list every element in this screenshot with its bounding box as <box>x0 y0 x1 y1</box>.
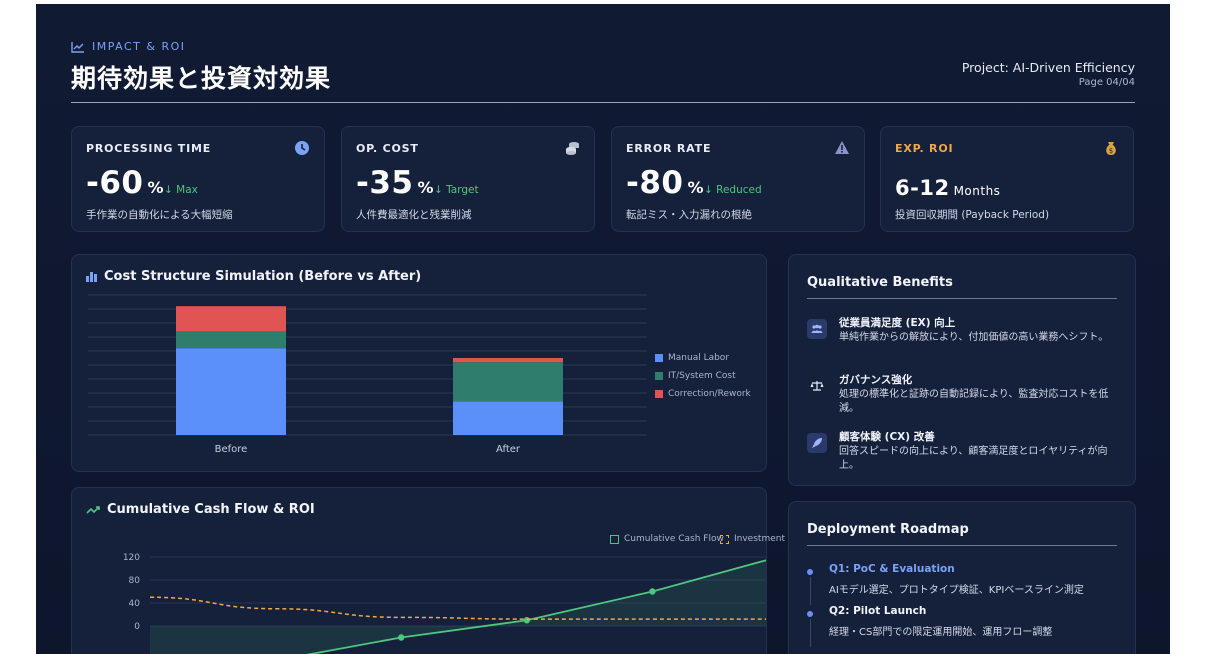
section-tag-label: IMPACT & ROI <box>92 40 186 53</box>
y-tick-label: 120 <box>123 553 140 563</box>
project-name: Project: AI-Driven Efficiency <box>961 60 1135 75</box>
legend-manual-labor: Manual Labor <box>655 353 729 363</box>
timeline-dot <box>807 569 813 575</box>
x-tick-label: Before <box>215 444 248 455</box>
kpi-label: OP. COST <box>356 142 419 155</box>
kpi-value: -60% <box>86 165 165 201</box>
timeline-line <box>810 619 811 647</box>
cashflow-point <box>649 588 656 595</box>
roadmap-item-q1: Q1: PoC & Evaluation AIモデル選定、プロトタイプ検証、KP… <box>807 563 1127 605</box>
kpi-label: ERROR RATE <box>626 142 712 155</box>
kpi-label: EXP. ROI <box>895 142 954 155</box>
section-tag: IMPACT & ROI <box>71 40 186 53</box>
slide: IMPACT & ROI 期待効果と投資対効果 Project: AI-Driv… <box>36 4 1170 654</box>
coins-icon <box>566 142 579 155</box>
benefit-item-cx: 顧客体験 (CX) 改善 回答スピードの向上により、顧客満足度とロイヤリティが向… <box>807 429 1119 473</box>
benefit-body: 単純作業からの解放により、付加価値の高い業務へシフト。 <box>839 332 1109 343</box>
benefit-head: ガバナンス強化 <box>839 374 913 386</box>
kpi-value: 6-12 Months <box>895 176 1001 200</box>
warning-icon <box>835 141 849 154</box>
kpi-value: -80% <box>626 165 705 201</box>
benefit-body: 回答スピードの向上により、顧客満足度とロイヤリティが向上。 <box>839 446 1108 471</box>
kpi-desc: 投資回収期間 (Payback Period) <box>895 209 1050 221</box>
users-icon <box>807 319 827 339</box>
kpi-desc: 人件費最適化と残業削減 <box>356 209 472 221</box>
bar-manual-labor-before <box>176 348 286 435</box>
timeline-line <box>810 577 811 605</box>
money-bag-icon: $ <box>1106 142 1116 155</box>
page-title: 期待効果と投資対効果 <box>71 64 332 93</box>
kpi-card-processing-time: PROCESSING TIME -60% ↓ Max 手作業の自動化による大幅短… <box>71 126 325 232</box>
cashflow-panel: Cumulative Cash Flow & ROI Cumulative Ca… <box>71 487 785 654</box>
bar-it-system-cost-after <box>453 362 563 402</box>
benefit-item-ex: 従業員満足度 (EX) 向上 単純作業からの解放により、付加価値の高い業務へシフ… <box>807 315 1119 359</box>
roadmap-title: Deployment Roadmap <box>807 522 969 537</box>
benefit-body: 処理の標準化と証跡の自動記録により、監査対応コストを低減。 <box>839 389 1109 414</box>
cashflow-area <box>150 560 766 654</box>
qualitative-divider <box>807 298 1117 299</box>
kpi-desc: 転記ミス・入力漏れの根絶 <box>626 209 752 221</box>
kpi-card-error-rate: ERROR RATE -80% ↓ Reduced 転記ミス・入力漏れの根絶 <box>611 126 865 232</box>
roadmap-body: AIモデル選定、プロトタイプ検証、KPIベースライン測定 <box>829 585 1084 596</box>
header-divider <box>71 102 1135 103</box>
roadmap-head: Q2: Pilot Launch <box>829 605 927 617</box>
kpi-trend: ↓ Target <box>434 184 479 196</box>
cost-structure-chart: Before After <box>88 294 647 455</box>
timeline-dot <box>807 611 813 617</box>
roadmap-item-q2: Q2: Pilot Launch 経理・CS部門での限定運用開始、運用フロー調整 <box>807 605 1127 647</box>
legend-it-system-cost: IT/System Cost <box>655 371 736 381</box>
cashflow-point <box>398 634 405 641</box>
kpi-trend: ↓ Max <box>164 184 198 196</box>
roadmap-head: Q1: PoC & Evaluation <box>829 563 955 575</box>
qualitative-benefits-panel: Qualitative Benefits 従業員満足度 (EX) 向上 単純作業… <box>788 254 1136 486</box>
x-tick-label: After <box>496 444 521 455</box>
bar-it-system-cost-before <box>176 331 286 349</box>
legend-correction-rework: Correction/Rework <box>655 389 751 399</box>
kpi-desc: 手作業の自動化による大幅短縮 <box>86 209 233 221</box>
cashflow-point <box>523 617 530 624</box>
benefit-item-governance: ガバナンス強化 処理の標準化と証跡の自動記録により、監査対応コストを低減。 <box>807 372 1119 416</box>
roadmap-body: 経理・CS部門での限定運用開始、運用フロー調整 <box>829 627 1053 638</box>
benefit-head: 顧客体験 (CX) 改善 <box>839 431 935 443</box>
kpi-label: PROCESSING TIME <box>86 142 212 155</box>
bar-correction-rework-before <box>176 306 286 332</box>
page-number: Page 04/04 <box>1078 77 1135 88</box>
qualitative-title: Qualitative Benefits <box>807 275 953 290</box>
cost-structure-panel: Cost Structure Simulation (Before vs Aft… <box>71 254 767 472</box>
y-tick-label: 40 <box>129 599 141 609</box>
y-tick-label: 80 <box>129 576 141 586</box>
roadmap-divider <box>807 545 1117 546</box>
rocket-icon <box>807 433 827 453</box>
cashflow-chart: 0 40 80 120 <box>123 553 766 654</box>
y-tick-label: 0 <box>134 622 140 632</box>
kpi-card-exp-roi: EXP. ROI $ 6-12 Months 投資回収期間 (Payback Pe… <box>880 126 1134 232</box>
deployment-roadmap-panel: Deployment Roadmap Q1: PoC & Evaluation … <box>788 501 1136 654</box>
scale-icon <box>807 376 827 396</box>
kpi-trend: ↓ Reduced <box>704 184 762 196</box>
svg-text:$: $ <box>1109 147 1113 155</box>
kpi-card-op-cost: OP. COST -35% ↓ Target 人件費最適化と残業削減 <box>341 126 595 232</box>
trend-chart-icon <box>71 41 84 53</box>
kpi-value: -35% <box>356 165 435 201</box>
benefit-head: 従業員満足度 (EX) 向上 <box>839 317 956 329</box>
clock-icon <box>295 141 309 155</box>
bar-correction-rework-after <box>453 358 563 363</box>
bar-manual-labor-after <box>453 401 563 435</box>
